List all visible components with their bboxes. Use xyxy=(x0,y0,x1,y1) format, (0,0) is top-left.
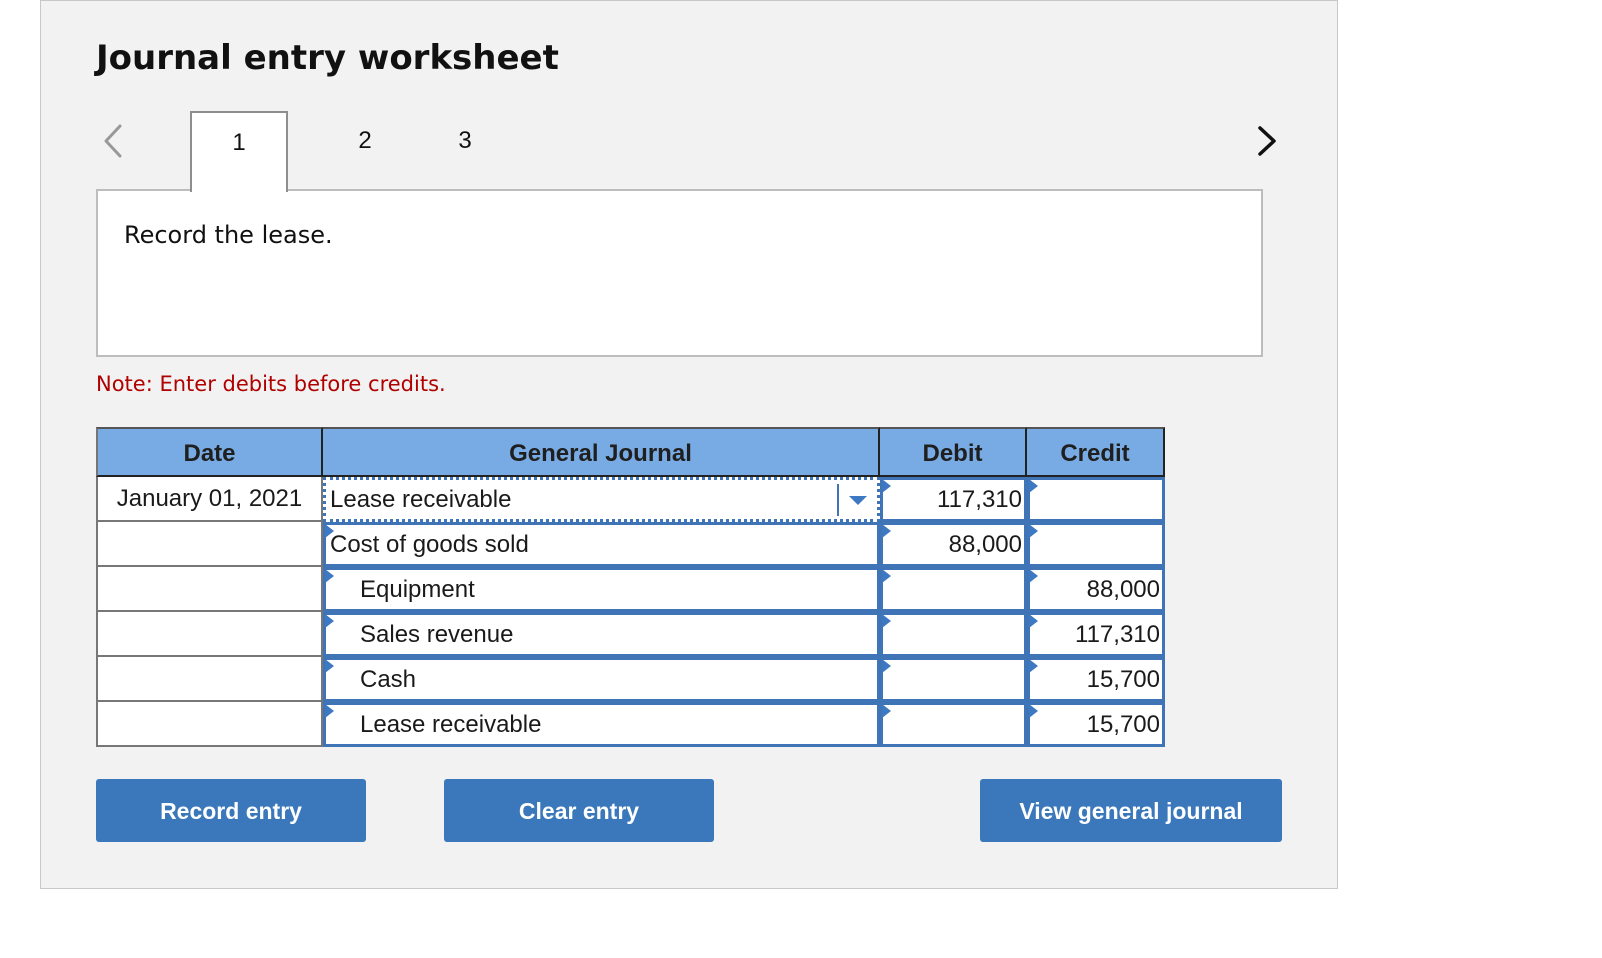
table-row: Equipment 88,000 xyxy=(96,567,1165,612)
record-entry-button[interactable]: Record entry xyxy=(96,779,366,842)
debit-input[interactable] xyxy=(880,612,1027,657)
chevron-right-icon xyxy=(1258,126,1276,156)
cell-marker-icon xyxy=(325,704,334,718)
table-row: Cost of goods sold 88,000 xyxy=(96,522,1165,567)
tab-2[interactable]: 2 xyxy=(316,111,414,190)
table-row: January 01, 2021 Lease receivable 117,310 xyxy=(96,477,1165,522)
debit-input[interactable] xyxy=(880,657,1027,702)
instruction-box: Record the lease. xyxy=(96,189,1263,357)
credit-value: 15,700 xyxy=(1086,666,1160,693)
debit-input[interactable]: 88,000 xyxy=(880,522,1027,567)
cell-marker-icon xyxy=(882,704,891,718)
credit-input[interactable] xyxy=(1027,477,1165,522)
cell-marker-icon xyxy=(325,614,334,628)
chevron-left-icon xyxy=(104,124,122,158)
account-select[interactable]: Cash xyxy=(323,657,880,702)
cell-marker-icon xyxy=(882,479,891,493)
credit-input[interactable] xyxy=(1027,522,1165,567)
header-date: Date xyxy=(96,427,323,477)
cell-marker-icon xyxy=(1029,659,1038,673)
account-name: Sales revenue xyxy=(360,621,514,648)
debit-input[interactable]: 117,310 xyxy=(880,477,1027,522)
credit-input[interactable]: 15,700 xyxy=(1027,657,1165,702)
cell-marker-icon xyxy=(882,659,891,673)
table-row: Lease receivable 15,700 xyxy=(96,702,1165,747)
debit-input[interactable] xyxy=(880,567,1027,612)
account-name: Cost of goods sold xyxy=(330,531,529,558)
credit-value: 88,000 xyxy=(1086,576,1160,603)
instruction-text: Record the lease. xyxy=(124,221,333,249)
credit-input[interactable]: 117,310 xyxy=(1027,612,1165,657)
account-name: Lease receivable xyxy=(330,486,512,513)
cell-marker-icon xyxy=(1029,569,1038,583)
credit-value: 117,310 xyxy=(1075,621,1160,648)
table-row: Cash 15,700 xyxy=(96,657,1165,702)
account-select[interactable]: Cost of goods sold xyxy=(323,522,880,567)
date-cell xyxy=(96,522,323,567)
cell-marker-icon xyxy=(1029,614,1038,628)
cell-marker-icon xyxy=(1029,524,1038,538)
chevron-down-icon xyxy=(849,496,867,505)
cell-marker-icon xyxy=(1029,704,1038,718)
account-dropdown-button[interactable] xyxy=(837,484,873,516)
account-select[interactable]: Equipment xyxy=(323,567,880,612)
account-name: Lease receivable xyxy=(360,711,542,738)
cell-marker-icon xyxy=(325,524,334,538)
header-general-journal: General Journal xyxy=(323,427,880,477)
account-name: Equipment xyxy=(360,576,475,603)
account-select[interactable]: Lease receivable xyxy=(323,702,880,747)
note-text: Note: Enter debits before credits. xyxy=(96,372,446,396)
prev-page-button[interactable] xyxy=(100,122,128,160)
debit-value: 88,000 xyxy=(948,531,1022,558)
account-select[interactable]: Lease receivable xyxy=(323,477,880,522)
view-general-journal-button[interactable]: View general journal xyxy=(980,779,1282,842)
account-select[interactable]: Sales revenue xyxy=(323,612,880,657)
page-title: Journal entry worksheet xyxy=(96,38,559,78)
tab-1[interactable]: 1 xyxy=(190,111,288,192)
debit-value: 117,310 xyxy=(937,486,1022,513)
date-cell xyxy=(96,657,323,702)
cell-marker-icon xyxy=(882,524,891,538)
cell-marker-icon xyxy=(882,569,891,583)
credit-value: 15,700 xyxy=(1086,711,1160,738)
tab-3[interactable]: 3 xyxy=(416,111,514,190)
date-cell xyxy=(96,567,323,612)
date-cell xyxy=(96,702,323,747)
account-name: Cash xyxy=(360,666,417,693)
header-credit: Credit xyxy=(1027,427,1165,477)
debit-input[interactable] xyxy=(880,702,1027,747)
header-debit: Debit xyxy=(880,427,1027,477)
cell-marker-icon xyxy=(325,569,334,583)
date-cell: January 01, 2021 xyxy=(96,477,323,522)
cell-marker-icon xyxy=(325,659,334,673)
date-cell xyxy=(96,612,323,657)
cell-marker-icon xyxy=(1029,479,1038,493)
credit-input[interactable]: 15,700 xyxy=(1027,702,1165,747)
cell-marker-icon xyxy=(882,614,891,628)
table-row: Sales revenue 117,310 xyxy=(96,612,1165,657)
clear-entry-button[interactable]: Clear entry xyxy=(444,779,714,842)
next-page-button[interactable] xyxy=(1252,122,1280,160)
credit-input[interactable]: 88,000 xyxy=(1027,567,1165,612)
